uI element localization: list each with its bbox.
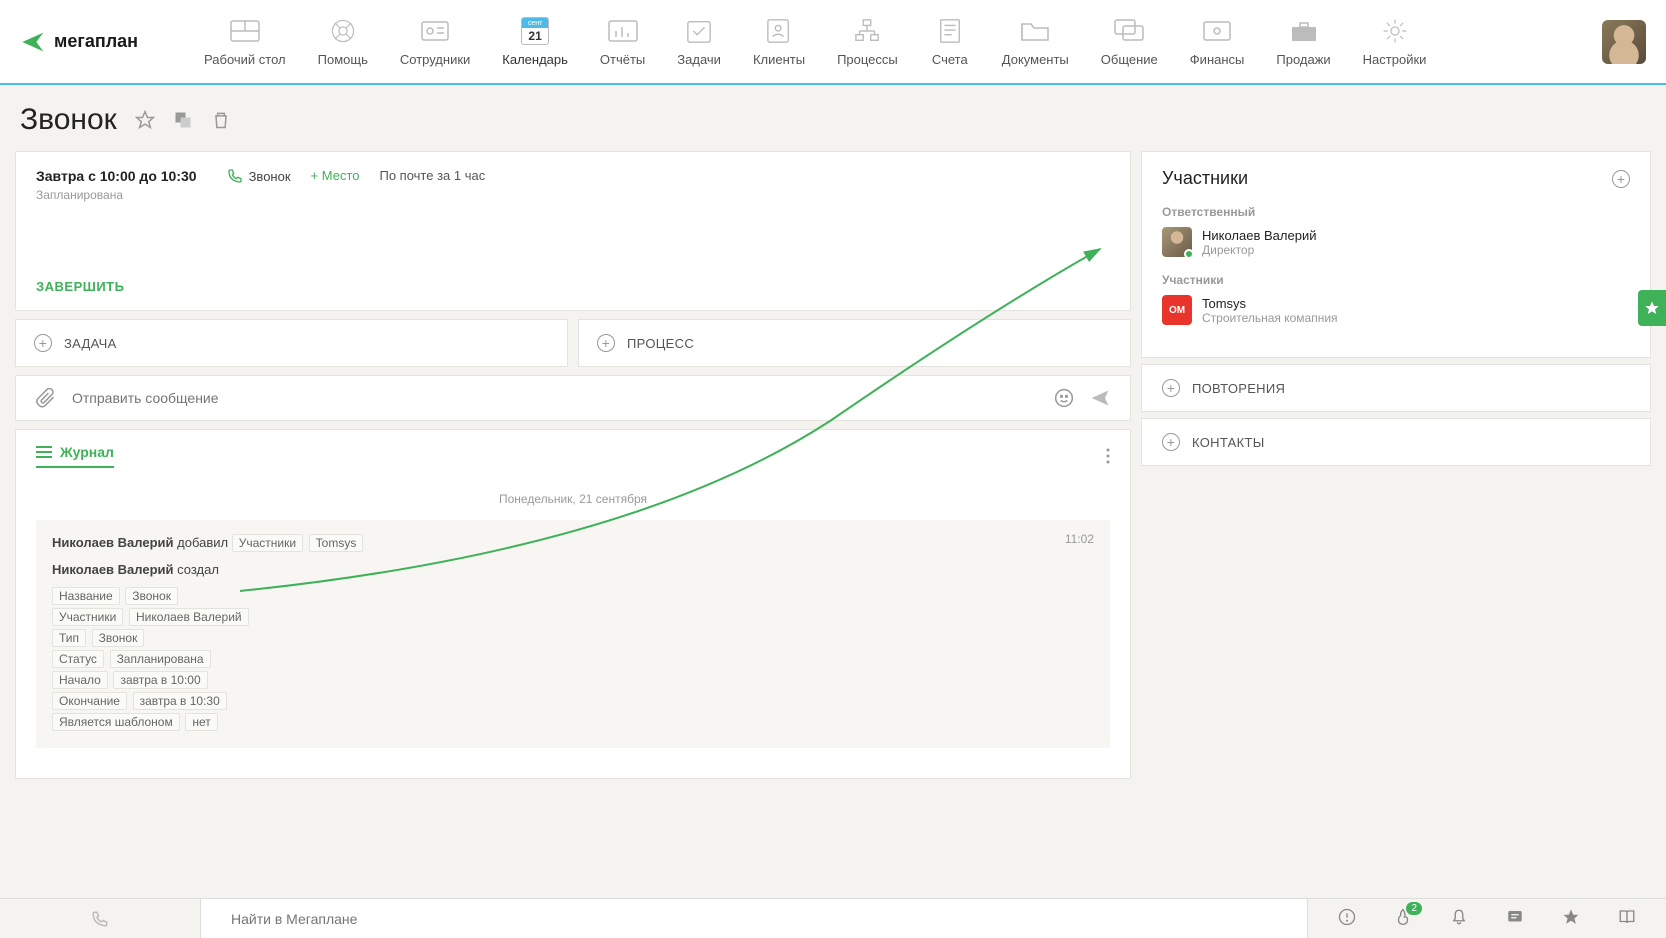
journal-card: Журнал Понедельник, 21 сентября 11:02 Ни…	[15, 429, 1131, 779]
bb-star-icon[interactable]	[1562, 908, 1580, 929]
bb-fire-icon[interactable]: 2	[1394, 908, 1412, 929]
send-icon[interactable]	[1090, 388, 1110, 408]
participant-company[interactable]: Tomsys Строительная комапния	[1162, 295, 1630, 325]
chat-icon	[1113, 18, 1145, 44]
message-input[interactable]	[72, 390, 1038, 406]
responsible-label: Ответственный	[1162, 205, 1630, 219]
add-place-link[interactable]: + Место	[311, 168, 360, 183]
entry-fields: Название Звонок Участники Николаев Валер…	[52, 587, 1094, 731]
bb-messages-icon[interactable]	[1506, 908, 1524, 929]
nav-desktop[interactable]: Рабочий стол	[188, 8, 302, 75]
contacts-button[interactable]: +КОНТАКТЫ	[1141, 418, 1651, 466]
journal-date: Понедельник, 21 сентября	[36, 492, 1110, 506]
nav-invoices[interactable]: Счета	[914, 8, 986, 75]
emoji-icon[interactable]	[1054, 388, 1074, 408]
event-time: Завтра с 10:00 до 10:30	[36, 168, 197, 184]
plus-icon: +	[1162, 433, 1180, 451]
nav-reports[interactable]: Отчёты	[584, 8, 661, 75]
plus-icon: +	[1162, 379, 1180, 397]
invoice-icon	[934, 18, 966, 44]
feedback-tab[interactable]	[1638, 290, 1666, 326]
nav-list: Рабочий стол Помощь Сотрудники сент21Кал…	[188, 8, 1602, 75]
page-title: Звонок	[20, 103, 117, 137]
journal-tab[interactable]: Журнал	[36, 444, 114, 468]
trash-icon[interactable]	[211, 110, 231, 130]
event-reminder: По почте за 1 час	[379, 168, 485, 183]
entry-time: 11:02	[1065, 532, 1094, 546]
participants-label: Участники	[1162, 273, 1630, 287]
more-icon[interactable]	[1106, 448, 1110, 467]
duplicate-icon[interactable]	[173, 110, 193, 130]
workflow-icon	[851, 18, 883, 44]
check-icon	[683, 18, 715, 44]
safe-icon	[1201, 18, 1233, 44]
nav-tasks[interactable]: Задачи	[661, 8, 737, 75]
calendar-icon: сент21	[521, 17, 549, 45]
plus-icon: +	[34, 334, 52, 352]
bb-phone[interactable]	[0, 910, 200, 928]
gear-icon	[1379, 18, 1411, 44]
nav-documents[interactable]: Документы	[986, 8, 1085, 75]
avatar	[1162, 227, 1192, 257]
event-status: Запланирована	[36, 188, 197, 202]
user-avatar[interactable]	[1602, 20, 1646, 64]
attachment-icon[interactable]	[36, 388, 56, 408]
star-icon[interactable]	[135, 110, 155, 130]
company-logo	[1162, 295, 1192, 325]
logo-icon	[20, 28, 48, 56]
nav-sales[interactable]: Продажи	[1260, 8, 1346, 75]
phone-icon	[91, 910, 109, 928]
nav-employees[interactable]: Сотрудники	[384, 8, 486, 75]
nav-clients[interactable]: Клиенты	[737, 8, 821, 75]
logo[interactable]: мегаплан	[20, 28, 138, 56]
badge-icon	[419, 18, 451, 44]
journal-entry: 11:02 Николаев Валерий добавил Участники…	[36, 520, 1110, 748]
bb-bell-icon[interactable]	[1450, 908, 1468, 929]
message-input-card	[15, 375, 1131, 421]
complete-button[interactable]: ЗАВЕРШИТЬ	[36, 279, 1110, 294]
nav-processes[interactable]: Процессы	[821, 8, 914, 75]
briefcase-icon	[1288, 18, 1320, 44]
top-nav: мегаплан Рабочий стол Помощь Сотрудники …	[0, 0, 1666, 85]
global-search-input[interactable]	[231, 899, 1277, 938]
participants-title: Участники	[1162, 168, 1248, 189]
bb-book-icon[interactable]	[1618, 908, 1636, 929]
star-icon	[1644, 300, 1660, 316]
contacts-icon	[763, 18, 795, 44]
nav-help[interactable]: Помощь	[302, 8, 384, 75]
online-status-icon	[1184, 249, 1194, 259]
add-task-button[interactable]: +ЗАДАЧА	[15, 319, 568, 367]
chart-icon	[607, 18, 639, 44]
add-participant-button[interactable]: +	[1612, 170, 1630, 188]
repeats-button[interactable]: +ПОВТОРЕНИЯ	[1141, 364, 1651, 412]
nav-chat[interactable]: Общение	[1085, 8, 1174, 75]
bb-alert-icon[interactable]	[1338, 908, 1356, 929]
add-process-button[interactable]: +ПРОЦЕСС	[578, 319, 1131, 367]
nav-calendar[interactable]: сент21Календарь	[486, 8, 584, 75]
responsible-person[interactable]: Николаев Валерий Директор	[1162, 227, 1630, 257]
desktop-icon	[229, 18, 261, 44]
list-icon	[36, 445, 52, 459]
plus-icon: +	[597, 334, 615, 352]
phone-icon	[227, 168, 243, 184]
nav-finance[interactable]: Финансы	[1174, 8, 1261, 75]
participants-card: Участники + Ответственный Николаев Валер…	[1141, 151, 1651, 358]
lifebuoy-icon	[327, 18, 359, 44]
logo-text: мегаплан	[54, 31, 138, 52]
event-type: Звонок	[227, 168, 291, 184]
nav-settings[interactable]: Настройки	[1347, 8, 1443, 75]
event-info-card: Завтра с 10:00 до 10:30 Запланирована Зв…	[15, 151, 1131, 311]
page-header: Звонок	[0, 85, 1666, 151]
folder-icon	[1019, 18, 1051, 44]
bottom-bar: 2	[0, 898, 1666, 938]
